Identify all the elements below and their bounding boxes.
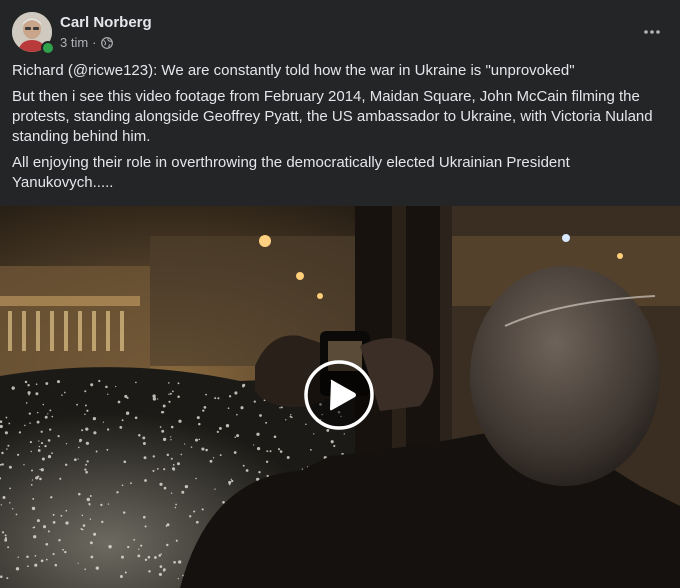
online-status-dot	[41, 41, 55, 55]
play-icon	[304, 360, 374, 430]
more-options-button[interactable]	[638, 18, 666, 46]
globe-icon[interactable]	[100, 36, 113, 49]
more-horizontal-icon	[644, 30, 660, 34]
post-meta: 3 tim ·	[60, 35, 113, 50]
post-header: Carl Norberg 3 tim ·	[12, 12, 668, 55]
play-button[interactable]	[304, 360, 374, 430]
post-text: Richard (@ricwe123): We are constantly t…	[12, 61, 662, 199]
post-paragraph: All enjoying their role in overthrowing …	[12, 154, 570, 191]
meta-separator: ·	[92, 35, 97, 50]
author-name[interactable]: Carl Norberg	[60, 14, 152, 31]
facebook-post: Carl Norberg 3 tim · Richard (@ricwe123)…	[0, 0, 680, 588]
video-player[interactable]	[0, 206, 680, 588]
post-time[interactable]: 3 tim	[60, 35, 88, 50]
post-paragraph: Richard (@ricwe123): We are constantly t…	[12, 62, 575, 79]
post-paragraph: But then i see this video footage from F…	[12, 88, 653, 145]
